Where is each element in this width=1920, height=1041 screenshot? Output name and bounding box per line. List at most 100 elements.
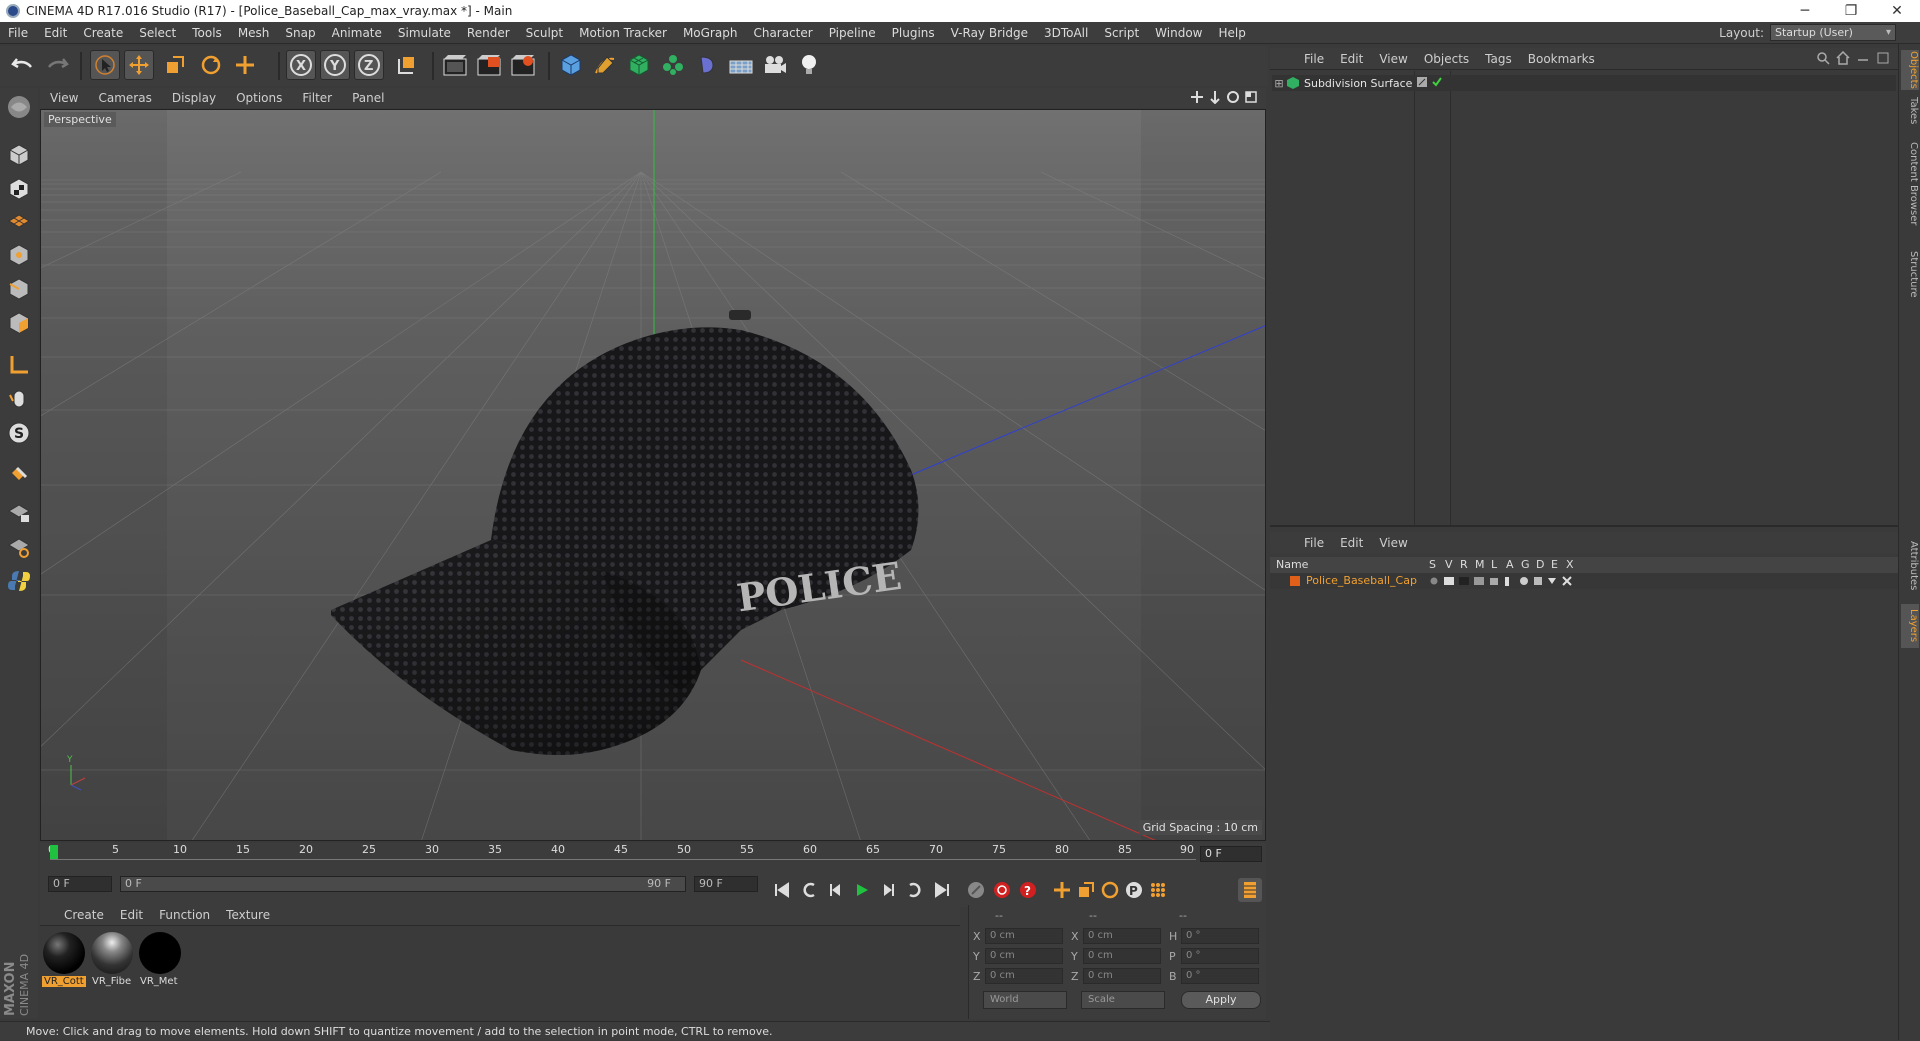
- undo-icon[interactable]: [8, 50, 38, 80]
- coord-scale-select[interactable]: Scale: [1081, 991, 1165, 1009]
- cloner-icon[interactable]: [658, 50, 688, 80]
- timeline-layout-icon[interactable]: [1238, 878, 1262, 902]
- viewport-menu-cameras[interactable]: Cameras: [88, 91, 161, 105]
- x-axis-lock-icon[interactable]: X: [286, 50, 316, 80]
- layers-menu-edit[interactable]: Edit: [1332, 536, 1371, 550]
- render-settings-icon[interactable]: [508, 50, 538, 80]
- expand-panel-icon[interactable]: [1876, 51, 1890, 65]
- key-rotation-icon[interactable]: [1098, 878, 1122, 902]
- coord-rot-h-field[interactable]: 0 °: [1181, 928, 1259, 944]
- menu-snap[interactable]: Snap: [277, 26, 323, 40]
- viewport-menu-display[interactable]: Display: [162, 91, 226, 105]
- menu-window[interactable]: Window: [1147, 26, 1210, 40]
- key-scale-icon[interactable]: [1074, 878, 1098, 902]
- move-tool-icon[interactable]: [124, 50, 154, 80]
- keyframe-selection-icon[interactable]: ?: [1016, 878, 1040, 902]
- material-swatch[interactable]: VR_Cott: [42, 932, 86, 987]
- render-view-icon[interactable]: [440, 50, 470, 80]
- axis-mode-icon[interactable]: [4, 350, 34, 380]
- pen-spline-icon[interactable]: [590, 50, 620, 80]
- deformer-icon[interactable]: [692, 50, 722, 80]
- restore-button[interactable]: ❐: [1828, 0, 1874, 22]
- tab-takes[interactable]: Takes: [1901, 96, 1919, 126]
- enabled-check-icon[interactable]: [1431, 76, 1443, 88]
- material-swatch[interactable]: VR_Met: [138, 932, 182, 987]
- objects-menu-tags[interactable]: Tags: [1477, 52, 1520, 66]
- previous-frame-icon[interactable]: [824, 878, 848, 902]
- coord-size-z-field[interactable]: 0 cm: [1083, 968, 1161, 984]
- menu-sculpt[interactable]: Sculpt: [518, 26, 571, 40]
- go-to-start-icon[interactable]: [770, 878, 794, 902]
- material-menu-texture[interactable]: Texture: [218, 908, 278, 922]
- points-mode-icon[interactable]: [4, 240, 34, 270]
- menu-3dtoall[interactable]: 3DToAll: [1036, 26, 1096, 40]
- floor-scene-icon[interactable]: [726, 50, 756, 80]
- key-parameter-icon[interactable]: P: [1122, 878, 1146, 902]
- next-frame-icon[interactable]: [876, 878, 900, 902]
- key-position-icon[interactable]: [1050, 878, 1074, 902]
- home-icon[interactable]: [1836, 51, 1850, 65]
- make-editable-icon[interactable]: [4, 92, 34, 122]
- menu-motion-tracker[interactable]: Motion Tracker: [571, 26, 675, 40]
- menu-character[interactable]: Character: [745, 26, 820, 40]
- viewport-menu-options[interactable]: Options: [226, 91, 292, 105]
- zoom-view-icon[interactable]: [1208, 90, 1222, 104]
- material-menu-create[interactable]: Create: [56, 908, 112, 922]
- coord-mode-select[interactable]: World: [983, 991, 1067, 1009]
- texture-mode-icon[interactable]: [4, 174, 34, 204]
- objects-menu-view[interactable]: View: [1371, 52, 1415, 66]
- coord-pos-x-field[interactable]: 0 cm: [985, 928, 1063, 944]
- current-frame-field[interactable]: 0 F: [1200, 846, 1262, 862]
- menu-tools[interactable]: Tools: [184, 26, 230, 40]
- record-keys-icon[interactable]: [964, 878, 988, 902]
- select-pointer-icon[interactable]: [90, 50, 120, 80]
- rotate-view-icon[interactable]: [1226, 90, 1240, 104]
- snapping-magnet-icon[interactable]: [4, 462, 34, 492]
- subdivision-surface-icon[interactable]: [624, 50, 654, 80]
- viewport-menu-view[interactable]: View: [40, 91, 88, 105]
- collapse-icon[interactable]: [1856, 51, 1870, 65]
- menu-mograph[interactable]: MoGraph: [675, 26, 746, 40]
- edges-mode-icon[interactable]: [4, 274, 34, 304]
- menu-vray-bridge[interactable]: V-Ray Bridge: [943, 26, 1036, 40]
- model-mode-icon[interactable]: [4, 140, 34, 170]
- camera-icon[interactable]: [760, 50, 790, 80]
- timeline-ruler[interactable]: 0 5 10 15 20 25 30 35 40 45 50 55 60 65 …: [40, 843, 1266, 873]
- coord-rot-p-field[interactable]: 0 °: [1181, 948, 1259, 964]
- playhead-marker[interactable]: [50, 845, 58, 859]
- menu-create[interactable]: Create: [75, 26, 131, 40]
- objects-menu-objects[interactable]: Objects: [1416, 52, 1477, 66]
- y-axis-lock-icon[interactable]: Y: [320, 50, 350, 80]
- tab-objects[interactable]: Objects: [1901, 50, 1919, 90]
- minimize-button[interactable]: ─: [1782, 0, 1828, 22]
- pan-view-icon[interactable]: [1190, 90, 1204, 104]
- edit-visibility-icon[interactable]: [1416, 76, 1428, 88]
- menu-help[interactable]: Help: [1210, 26, 1253, 40]
- python-icon[interactable]: [4, 566, 34, 596]
- coord-size-x-field[interactable]: 0 cm: [1083, 928, 1161, 944]
- menu-mesh[interactable]: Mesh: [230, 26, 278, 40]
- menu-select[interactable]: Select: [131, 26, 184, 40]
- menu-animate[interactable]: Animate: [324, 26, 390, 40]
- material-menu-function[interactable]: Function: [151, 908, 218, 922]
- 3d-viewport[interactable]: POLICE Y: [40, 109, 1266, 841]
- menu-script[interactable]: Script: [1096, 26, 1147, 40]
- menu-edit[interactable]: Edit: [36, 26, 75, 40]
- z-axis-lock-icon[interactable]: Z: [354, 50, 384, 80]
- menu-plugins[interactable]: Plugins: [884, 26, 943, 40]
- objects-menu-edit[interactable]: Edit: [1332, 52, 1371, 66]
- scale-tool-icon[interactable]: [160, 50, 190, 80]
- layer-color-swatch[interactable]: [1290, 576, 1300, 586]
- key-pla-icon[interactable]: [1146, 878, 1170, 902]
- light-icon[interactable]: [794, 50, 824, 80]
- go-to-end-icon[interactable]: [930, 878, 954, 902]
- frame-range-slider[interactable]: 0 F 90 F: [120, 876, 686, 892]
- live-select-move-icon[interactable]: [230, 50, 260, 80]
- menu-pipeline[interactable]: Pipeline: [821, 26, 884, 40]
- solo-mode-icon[interactable]: S: [4, 418, 34, 448]
- tab-structure[interactable]: Structure: [1901, 244, 1919, 304]
- layer-row-police-baseball-cap[interactable]: Police_Baseball_Cap: [1270, 573, 1898, 589]
- object-row-subdivision-surface[interactable]: ⊞ Subdivision Surface: [1272, 75, 1896, 91]
- maximize-view-icon[interactable]: [1244, 90, 1258, 104]
- objects-menu-file[interactable]: File: [1296, 52, 1332, 66]
